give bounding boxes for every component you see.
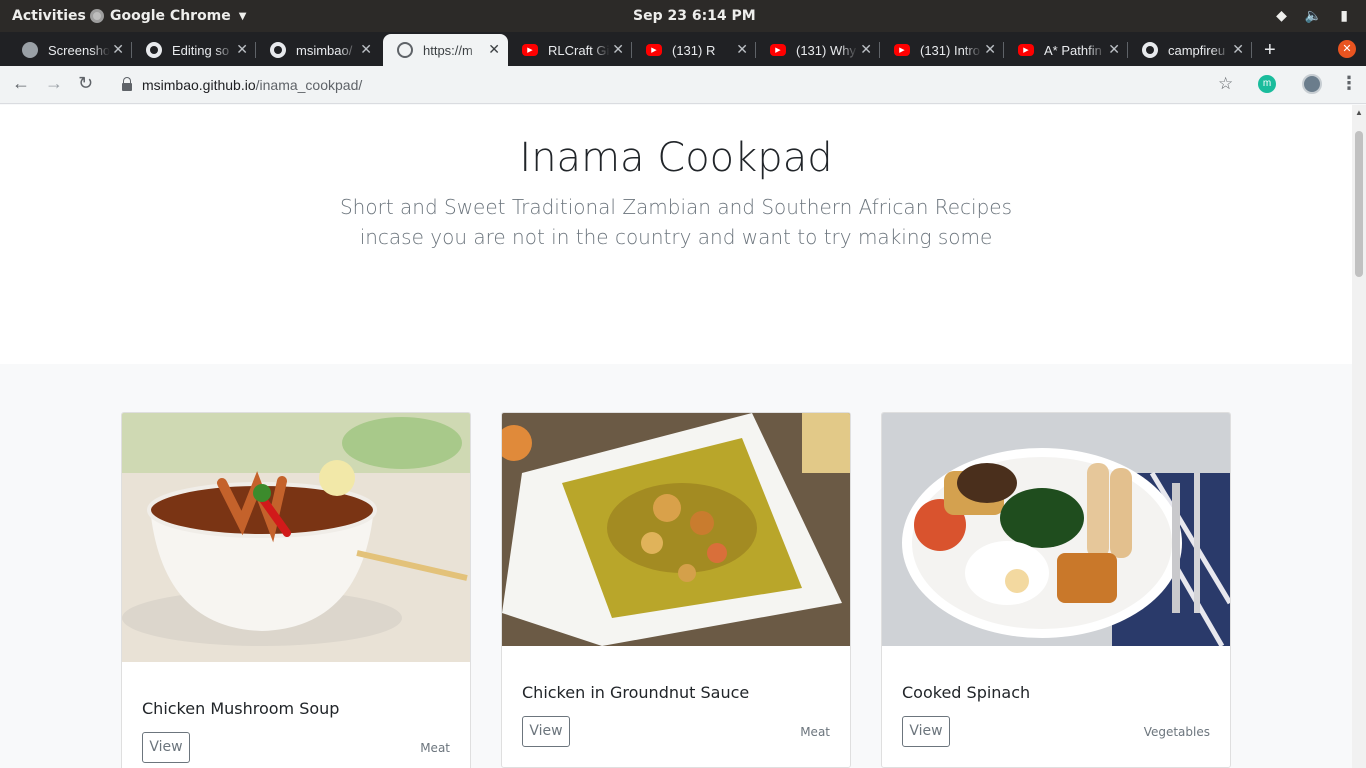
youtube-icon: ▶ (894, 44, 910, 56)
lock-icon[interactable] (122, 77, 132, 91)
window-close-button[interactable]: ✕ (1338, 40, 1356, 58)
close-icon[interactable]: ✕ (860, 41, 872, 58)
hero-section: Inama Cookpad Short and Sweet Traditiona… (0, 105, 1352, 364)
page-title: Inama Cookpad (519, 135, 833, 181)
youtube-icon: ▶ (770, 44, 786, 56)
scroll-up-arrow-icon[interactable]: ▲ (1355, 108, 1363, 117)
recipe-card: Chicken Mushroom Soup View Meat (121, 412, 471, 768)
tab-msimbao[interactable]: msimbao/ ✕ (256, 34, 380, 66)
recipe-image-chicken-soup (122, 413, 470, 662)
tab-astar-pathfinding[interactable]: ▶ A* Pathfin ✕ (1004, 34, 1128, 66)
chevron-down-icon: ▼ (238, 10, 247, 22)
close-icon[interactable]: ✕ (112, 41, 124, 58)
app-menu[interactable]: Google Chrome ▼ (90, 8, 246, 24)
new-tab-button[interactable]: + (1264, 39, 1276, 62)
url-path: /inama_cookpad/ (255, 77, 363, 93)
page-subtitle: Short and Sweet Traditional Zambian and … (326, 192, 1026, 252)
tab-title: https://m (423, 42, 473, 58)
tab-title: (131) Intro (920, 42, 980, 58)
bookmark-star-icon[interactable]: ☆ (1218, 74, 1233, 94)
recipe-title[interactable]: Chicken Mushroom Soup (142, 699, 339, 718)
close-icon[interactable]: ✕ (488, 41, 500, 58)
tab-title: campfireu (1168, 42, 1226, 58)
screenshot-icon (22, 42, 38, 58)
subtitle-line-2: incase you are not in the country and wa… (359, 225, 993, 249)
recipe-card: Cooked Spinach View Vegetables (881, 412, 1231, 768)
close-icon[interactable]: ✕ (736, 41, 748, 58)
close-icon[interactable]: ✕ (1108, 41, 1120, 58)
tab-title: (131) Why (796, 42, 856, 58)
activities-button[interactable]: Activities (12, 8, 86, 24)
recipe-title[interactable]: Chicken in Groundnut Sauce (522, 683, 749, 702)
address-bar[interactable]: msimbao.github.io/inama_cookpad/ (110, 70, 1250, 100)
tab-title: Editing so (172, 42, 230, 58)
close-icon[interactable]: ✕ (236, 41, 248, 58)
recipe-card: Chicken in Groundnut Sauce View Meat (501, 412, 851, 768)
view-button[interactable]: View (902, 716, 950, 747)
view-button[interactable]: View (142, 732, 190, 763)
tab-rlcraft[interactable]: ▶ RLCraft Gi ✕ (508, 34, 632, 66)
recipe-category: Meat (800, 725, 830, 739)
reload-icon[interactable]: ↻ (78, 73, 93, 94)
profile-avatar[interactable] (1302, 74, 1322, 94)
close-icon[interactable]: ✕ (1232, 41, 1244, 58)
app-name: Google Chrome (110, 8, 231, 24)
vertical-scrollbar[interactable]: ▲ (1352, 105, 1366, 768)
tab-title: Screenshot (48, 42, 110, 58)
url-host: msimbao.github.io (142, 77, 256, 93)
battery-icon: ▮ (1340, 8, 1348, 24)
system-top-bar: Activities Google Chrome ▼ Sep 23 6:14 P… (0, 0, 1366, 32)
clock[interactable]: Sep 23 6:14 PM (633, 8, 756, 24)
close-icon[interactable]: ✕ (984, 41, 996, 58)
recipe-image-cooked-spinach (882, 413, 1230, 646)
page-viewport: Inama Cookpad Short and Sweet Traditiona… (0, 105, 1352, 768)
tab-active-inama-cookpad[interactable]: https://m ✕ (383, 34, 508, 66)
forward-arrow-icon[interactable]: → (45, 73, 63, 94)
tab-youtube-intro[interactable]: ▶ (131) Intro ✕ (880, 34, 1004, 66)
view-button[interactable]: View (522, 716, 570, 747)
system-tray[interactable]: ◆ 🔈 ▮ (1276, 8, 1348, 24)
browser-toolbar: ← → ↻ msimbao.github.io/inama_cookpad/ ☆… (0, 66, 1366, 104)
tab-title: A* Pathfin (1044, 42, 1102, 58)
tab-title: (131) R (672, 42, 716, 58)
recipe-category: Meat (420, 741, 450, 755)
globe-icon (397, 42, 413, 58)
github-icon (146, 42, 162, 58)
youtube-icon: ▶ (646, 44, 662, 56)
youtube-icon: ▶ (1018, 44, 1034, 56)
recipe-category: Vegetables (1143, 725, 1210, 739)
tab-editing[interactable]: Editing so ✕ (132, 34, 256, 66)
close-icon[interactable]: ✕ (612, 41, 624, 58)
github-icon (1142, 42, 1158, 58)
extension-icon[interactable]: m (1258, 75, 1276, 93)
recipe-title[interactable]: Cooked Spinach (902, 683, 1030, 702)
scrollbar-thumb[interactable] (1355, 131, 1363, 277)
back-arrow-icon[interactable]: ← (12, 73, 30, 94)
recipe-image-chicken-groundnut (502, 413, 850, 646)
close-icon[interactable]: ✕ (360, 41, 372, 58)
tab-youtube-why[interactable]: ▶ (131) Why ✕ (756, 34, 880, 66)
tab-title: RLCraft Gi (548, 42, 610, 58)
tab-strip: Screenshot ✕ Editing so ✕ msimbao/ ✕ htt… (0, 32, 1366, 66)
youtube-icon: ▶ (522, 44, 538, 56)
volume-icon: 🔈 (1304, 8, 1323, 24)
subtitle-line-1: Short and Sweet Traditional Zambian and … (339, 195, 1012, 219)
kebab-menu-icon[interactable]: ⋮ (1340, 73, 1358, 94)
chrome-icon (90, 9, 104, 23)
github-icon (270, 42, 286, 58)
tab-youtube-r[interactable]: ▶ (131) R ✕ (632, 34, 756, 66)
tab-title: msimbao/ (296, 42, 353, 58)
tab-campfire[interactable]: campfireu ✕ (1128, 34, 1252, 66)
tab-screenshot[interactable]: Screenshot ✕ (8, 34, 132, 66)
wifi-icon: ◆ (1276, 8, 1287, 24)
